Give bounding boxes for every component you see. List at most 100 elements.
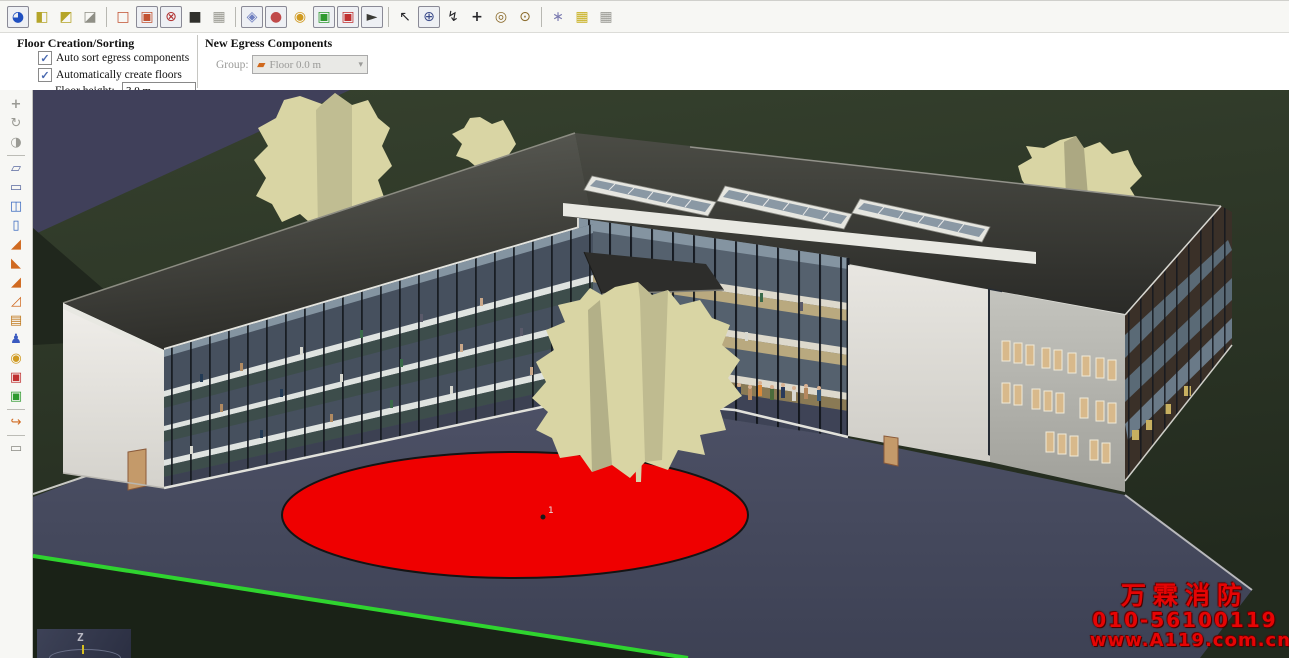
show-occupant-groups-icon: ◉ <box>294 10 306 24</box>
mirror-object-button[interactable]: ◑ <box>6 133 26 152</box>
solid-light-icon: ▦ <box>212 10 225 24</box>
red-zone-ellipse <box>282 452 748 578</box>
add-exit-button[interactable]: ↪ <box>6 413 26 432</box>
orbit-tool-icon: ⊕ <box>423 10 435 24</box>
zoom-box-tool-icon: ⊙ <box>519 10 531 24</box>
outline-mode-icon: ▣ <box>140 10 153 24</box>
view-top-button[interactable]: ◧ <box>31 6 53 28</box>
pan-tool-icon: + <box>471 10 483 24</box>
measure-tool-icon: ▭ <box>10 442 22 455</box>
toolbar-separator <box>235 7 236 27</box>
monitor-green-button[interactable]: ▣ <box>313 6 335 28</box>
draw-polygon-icon: ▱ <box>11 162 21 175</box>
toolbar-separator <box>388 7 389 27</box>
toolbar-separator <box>106 7 107 27</box>
mirror-object-icon: ◑ <box>10 136 21 149</box>
wireframe-mode-button[interactable]: □ <box>112 6 134 28</box>
select-tool-button[interactable]: ↖ <box>394 6 416 28</box>
auto-sort-checkbox[interactable]: ✓ <box>38 51 52 65</box>
solid-dark-button[interactable]: ■ <box>184 6 206 28</box>
solid-light-button[interactable]: ▦ <box>208 6 230 28</box>
wireframe-mode-icon: □ <box>116 10 129 24</box>
ribbon: Floor Creation/Sorting ✓ Auto sort egres… <box>0 33 1289 91</box>
snap-points-icon: ∗ <box>552 10 564 24</box>
draw-polygon-button[interactable]: ▱ <box>6 159 26 178</box>
auto-create-checkbox[interactable]: ✓ <box>38 68 52 82</box>
orientation-gizmo[interactable]: Z <box>37 629 131 658</box>
rotate-object-icon: ↻ <box>11 117 22 130</box>
add-monitor-green-button[interactable]: ▣ <box>6 387 26 406</box>
show-geometry-icon: ◈ <box>247 10 258 24</box>
poi-marker <box>541 515 546 520</box>
add-occupant-button[interactable]: ♟ <box>6 330 26 349</box>
render-off-button[interactable]: ⊗ <box>160 6 182 28</box>
camera-view-button[interactable]: ► <box>361 6 383 28</box>
add-floor-button[interactable]: ◫ <box>6 197 26 216</box>
red-zone[interactable]: 1 <box>282 452 748 578</box>
pan-tool-button[interactable]: + <box>466 6 488 28</box>
view-side-button[interactable]: ◪ <box>79 6 101 28</box>
toolbar-separator <box>7 409 25 410</box>
fit-view-icon: ▦ <box>599 10 612 24</box>
add-stairs-button[interactable]: ◢ <box>6 235 26 254</box>
add-stairs-down-button[interactable]: ◣ <box>6 254 26 273</box>
add-escalator-button[interactable]: ◢ <box>6 273 26 292</box>
rotate-object-button[interactable]: ↻ <box>6 114 26 133</box>
fit-view-active-button[interactable]: ▦ <box>571 6 593 28</box>
toolbar-separator <box>7 155 25 156</box>
orbit-tool-button[interactable]: ⊕ <box>418 6 440 28</box>
add-escalator-icon: ◢ <box>11 276 21 289</box>
viewport-3d[interactable]: 1 万霖消防 010-56100119 www.A119.com.cn <box>33 90 1289 658</box>
reset-view-button[interactable]: ◕ <box>7 6 29 28</box>
fit-view-button[interactable]: ▦ <box>595 6 617 28</box>
gizmo-z-axis-label: Z <box>77 631 84 644</box>
add-occupant-icon: ♟ <box>10 333 22 346</box>
select-tool-icon: ↖ <box>399 10 411 24</box>
floor-panel-title: Floor Creation/Sorting <box>17 36 134 51</box>
fit-view-active-icon: ▦ <box>575 10 588 24</box>
add-room-button[interactable]: ▯ <box>6 216 26 235</box>
add-elevator-icon: ▤ <box>10 314 22 327</box>
group-label: Group: <box>216 59 249 71</box>
zoom-box-tool-button[interactable]: ⊙ <box>514 6 536 28</box>
walk-tool-button[interactable]: ↯ <box>442 6 464 28</box>
zoom-tool-button[interactable]: ◎ <box>490 6 512 28</box>
left-toolbar: + ↻ ◑ ▱ ▭ ◫ ▯ ◢ ◣ ◢ ◿ ▤ ♟ ◉ ▣ ▣ ↪ ▭ <box>0 90 33 658</box>
gizmo-axis-tick <box>82 645 84 654</box>
add-elevator-button[interactable]: ▤ <box>6 311 26 330</box>
group-dropdown[interactable]: ▰ Floor 0.0 m ▾ <box>252 55 368 74</box>
add-room-icon: ▯ <box>12 219 19 232</box>
view-top-icon: ◧ <box>35 10 48 24</box>
view-front-button[interactable]: ◩ <box>55 6 77 28</box>
zoom-tool-icon: ◎ <box>495 10 507 24</box>
auto-create-checkbox-row: ✓ Automatically create floors <box>38 68 182 82</box>
reset-view-icon: ◕ <box>12 10 24 24</box>
floor-swatch-icon: ▰ <box>257 58 265 71</box>
add-monitor-red-button[interactable]: ▣ <box>6 368 26 387</box>
add-monitor-red-icon: ▣ <box>10 371 22 384</box>
auto-create-label: Automatically create floors <box>56 69 182 81</box>
group-dropdown-value: Floor 0.0 m <box>269 59 321 71</box>
outline-mode-button[interactable]: ▣ <box>136 6 158 28</box>
draw-rectangle-button[interactable]: ▭ <box>6 178 26 197</box>
add-occupant-group-icon: ◉ <box>10 352 21 365</box>
right-wing-white-wall <box>848 265 990 462</box>
show-fire-points-icon: ● <box>270 10 282 24</box>
add-occupant-group-button[interactable]: ◉ <box>6 349 26 368</box>
walk-tool-icon: ↯ <box>447 10 459 24</box>
add-exit-icon: ↪ <box>11 416 22 429</box>
auto-sort-label: Auto sort egress components <box>56 52 189 64</box>
show-fire-points-button[interactable]: ● <box>265 6 287 28</box>
auto-sort-checkbox-row: ✓ Auto sort egress components <box>38 51 189 65</box>
monitor-red-button[interactable]: ▣ <box>337 6 359 28</box>
add-stairs-icon: ◢ <box>11 238 21 251</box>
show-geometry-button[interactable]: ◈ <box>241 6 263 28</box>
right-wing-door <box>884 436 898 466</box>
measure-tool-button[interactable]: ▭ <box>6 439 26 458</box>
show-occupant-groups-button[interactable]: ◉ <box>289 6 311 28</box>
snap-points-button[interactable]: ∗ <box>547 6 569 28</box>
top-toolbar: ◕ ◧ ◩ ◪ □ ▣ ⊗ ■ ▦ ◈ ● ◉ ▣ ▣ ► ↖ ⊕ ↯ + ◎ … <box>0 0 1289 33</box>
move-object-button[interactable]: + <box>6 95 26 114</box>
add-ramp-button[interactable]: ◿ <box>6 292 26 311</box>
view-side-icon: ◪ <box>83 10 96 24</box>
